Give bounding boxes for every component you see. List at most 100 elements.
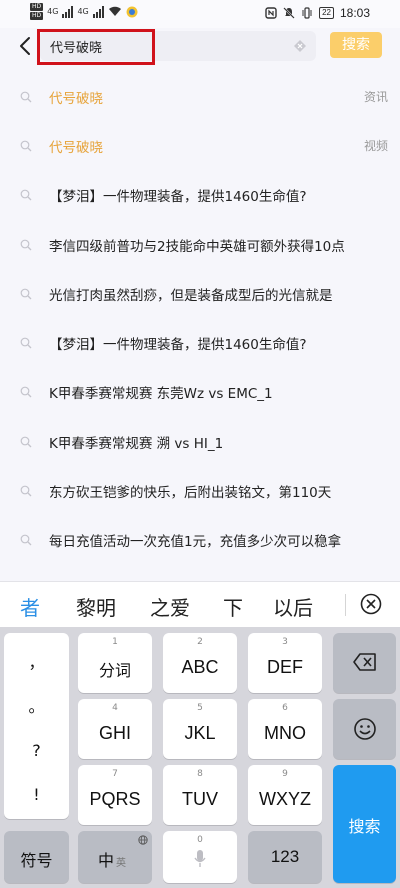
suggestion-list: 代号破晓 资讯代号破晓 视频【梦泪】一件物理装备，提供1460生命值? 李信四级前普功… [0,72,400,565]
key-4[interactable]: 4 GHI [78,699,152,759]
lang-sub-label: 英 [116,858,126,869]
enter-search-key[interactable]: 搜索 [333,765,396,883]
punct-exclaim[interactable]: ! [4,785,69,804]
suggestion-text: 【梦泪】一件物理装备，提供1460生命值? [49,337,307,354]
network-type-2: 4G [77,7,89,16]
enter-key-label: 搜索 [348,817,381,836]
key-label: GHI [98,723,131,743]
numbers-key-label: 123 [270,847,300,866]
emoji-key[interactable] [333,699,396,759]
key-7[interactable]: 7 PQRS [78,765,152,825]
search-button[interactable]: 搜索 [330,32,382,58]
search-icon [20,288,32,300]
wifi-icon [108,6,121,16]
key-9[interactable]: 9 WXYZ [248,765,322,825]
suggestion-tag: 视频 [363,139,388,154]
suggestion-text: 代号破晓 [49,90,103,107]
space-key[interactable]: 0 [163,831,237,883]
key-3[interactable]: 3 DEF [248,633,322,693]
suggestion-item[interactable]: 代号破晓 视频 [0,121,400,170]
status-right: 22 18:03 [265,6,370,20]
suggestion-tag: 资讯 [363,90,388,105]
key-5[interactable]: 5 JKL [163,699,237,759]
app-notification-icon [126,6,138,17]
mute-icon [283,7,295,19]
hd-badge-2: HD [30,12,44,20]
suggestion-text: 李信四级前普功与2技能命中英雄可额外获得10点 [49,238,345,255]
suggestion-item[interactable]: 【梦泪】一件物理装备，提供1460生命值? [0,171,400,220]
search-icon [20,387,32,398]
key-num: 1 [112,637,118,647]
punct-comma[interactable]: ， [4,649,69,673]
candidate-divider [345,594,346,616]
suggestion-item[interactable]: 每日充值活动一次充值1元，充值多少次可以稳拿 [0,516,400,565]
search-icon [20,189,32,201]
key-label: ABC [181,657,219,677]
numbers-key[interactable]: 123 [248,831,322,883]
hd-badge-1: HD [30,3,44,11]
candidate-1[interactable]: 者 [20,592,40,621]
candidate-4[interactable]: 下 [223,592,243,621]
search-box[interactable] [40,31,316,61]
search-icon [20,239,32,250]
back-arrow-icon[interactable] [14,34,38,58]
status-bar: HD HD 4G 4G 22 18:03 [0,0,400,28]
search-icon [20,436,32,448]
punct-question[interactable]: ? [4,741,69,760]
signal-icon-2 [92,5,104,18]
lang-main-label: 中 [98,851,115,870]
key-num: 9 [282,769,288,779]
key-6[interactable]: 6 MNO [248,699,322,759]
language-switch-key[interactable]: 中 英 [78,831,152,883]
suggestion-item[interactable]: 李信四级前普功与2技能命中英雄可额外获得10点 [0,220,400,269]
signal-icon [62,5,74,18]
suggestion-item[interactable]: 代号破晓 资讯 [0,72,400,121]
suggestion-item[interactable]: 东方砍王铠爹的快乐，后附出装铭文，第110天 [0,466,400,515]
key-2[interactable]: 2 ABC [163,633,237,693]
symbol-key-label: 符号 [20,851,53,870]
punct-period[interactable]: 。 [4,693,69,717]
key-num: 4 [112,703,118,713]
key-label: DEF [267,657,303,677]
network-type-1: 4G [47,7,59,16]
punctuation-column[interactable]: ， 。 ? ! [4,633,69,819]
suggestion-text: 【梦泪】一件物理装备，提供1460生命值? [49,189,307,206]
ime-keyboard: ， 。 ? ! 1 分词 2 ABC 3 DEF 4 GHI 5 JKL 6 M… [0,627,400,888]
search-icon [20,485,32,497]
key-8[interactable]: 8 TUV [163,765,237,825]
symbol-key[interactable]: 符号 [4,831,69,883]
key-num: 6 [282,703,288,713]
key-1[interactable]: 1 分词 [78,633,152,693]
globe-icon [138,835,148,845]
suggestion-item[interactable]: K甲春季赛常规赛 东莞Wz vs EMC_1 [0,368,400,417]
nfc-icon [265,7,277,19]
backspace-key[interactable] [333,633,396,693]
candidate-2[interactable]: 黎明 [76,592,116,621]
search-icon [20,91,32,103]
suggestion-item[interactable]: K甲春季赛常规赛 溯 vs HI_1 [0,417,400,466]
suggestion-text: K甲春季赛常规赛 东莞Wz vs EMC_1 [49,386,273,403]
search-icon [20,534,32,546]
clock: 18:03 [339,6,370,20]
microphone-icon [194,850,206,867]
ime-candidate-bar: 者 黎明 之爱 下 以后 [0,581,400,627]
search-input[interactable] [50,31,280,61]
keyboard-close-icon[interactable] [360,593,382,615]
suggestion-text: K甲春季赛常规赛 溯 vs HI_1 [49,435,224,452]
candidate-5[interactable]: 以后 [273,592,313,621]
key-label: PQRS [89,789,141,809]
candidate-3[interactable]: 之爱 [150,592,190,621]
suggestion-text: 每日充值活动一次充值1元，充值多少次可以稳拿 [49,534,342,551]
hd-indicators: HD HD [30,3,44,20]
suggestion-item[interactable]: 【梦泪】一件物理装备，提供1460生命值? [0,318,400,367]
clear-icon[interactable] [294,40,306,52]
search-header: 搜索 [0,28,400,66]
key-label: JKL [184,723,216,743]
key-num: 5 [197,703,203,713]
backspace-icon [353,653,376,671]
key-num: 2 [197,637,203,647]
suggestion-text: 东方砍王铠爹的快乐，后附出装铭文，第110天 [49,485,332,502]
search-icon [20,337,32,349]
vibrate-icon [302,7,312,19]
suggestion-item[interactable]: 光信打肉虽然刮痧，但是装备成型后的光信就是 [0,269,400,318]
